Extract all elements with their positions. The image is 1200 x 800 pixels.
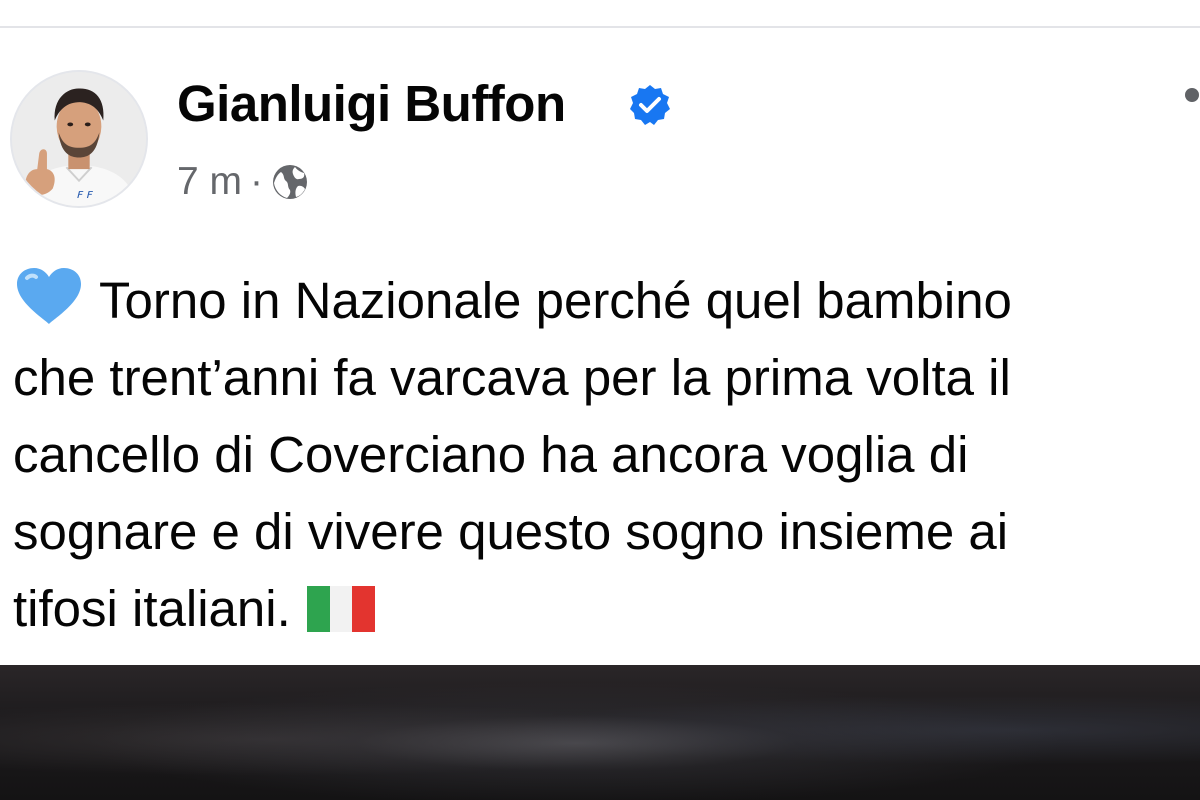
blue-heart-icon	[17, 268, 81, 324]
post-text-line: Torno in Nazionale perché quel bambino	[13, 262, 1198, 339]
verified-badge-icon	[630, 85, 670, 125]
post-text-line: sognare e di vivere questo sogno insieme…	[13, 503, 1009, 560]
meta-separator: ·	[250, 160, 264, 203]
post-meta: 7 m ·	[177, 157, 309, 207]
post-text-segment: tifosi italiani.	[13, 580, 291, 637]
italy-flag-icon	[306, 586, 375, 632]
post-photo[interactable]	[0, 665, 1200, 800]
post-text-line: cancello di Coverciano ha ancora voglia …	[13, 426, 969, 483]
post-text-line: tifosi italiani.	[13, 570, 1198, 647]
globe-icon[interactable]	[271, 163, 309, 201]
post-text-segment: Torno in Nazionale perché quel bambino	[99, 272, 1012, 329]
avatar-image: ꜰ ꜰ	[12, 72, 146, 206]
post-header: ꜰ ꜰ Gianluigi Buffon 7 m ·	[0, 0, 1200, 230]
post-timestamp[interactable]: 7 m	[177, 160, 242, 204]
svg-text:ꜰ ꜰ: ꜰ ꜰ	[76, 187, 94, 201]
author-name[interactable]: Gianluigi Buffon	[177, 74, 566, 133]
post-text: Torno in Nazionale perché quel bambino c…	[13, 262, 1198, 647]
more-options-icon[interactable]	[1185, 88, 1199, 102]
author-avatar[interactable]: ꜰ ꜰ	[10, 70, 148, 208]
post-text-line: che trent’anni fa varcava per la prima v…	[13, 349, 1011, 406]
